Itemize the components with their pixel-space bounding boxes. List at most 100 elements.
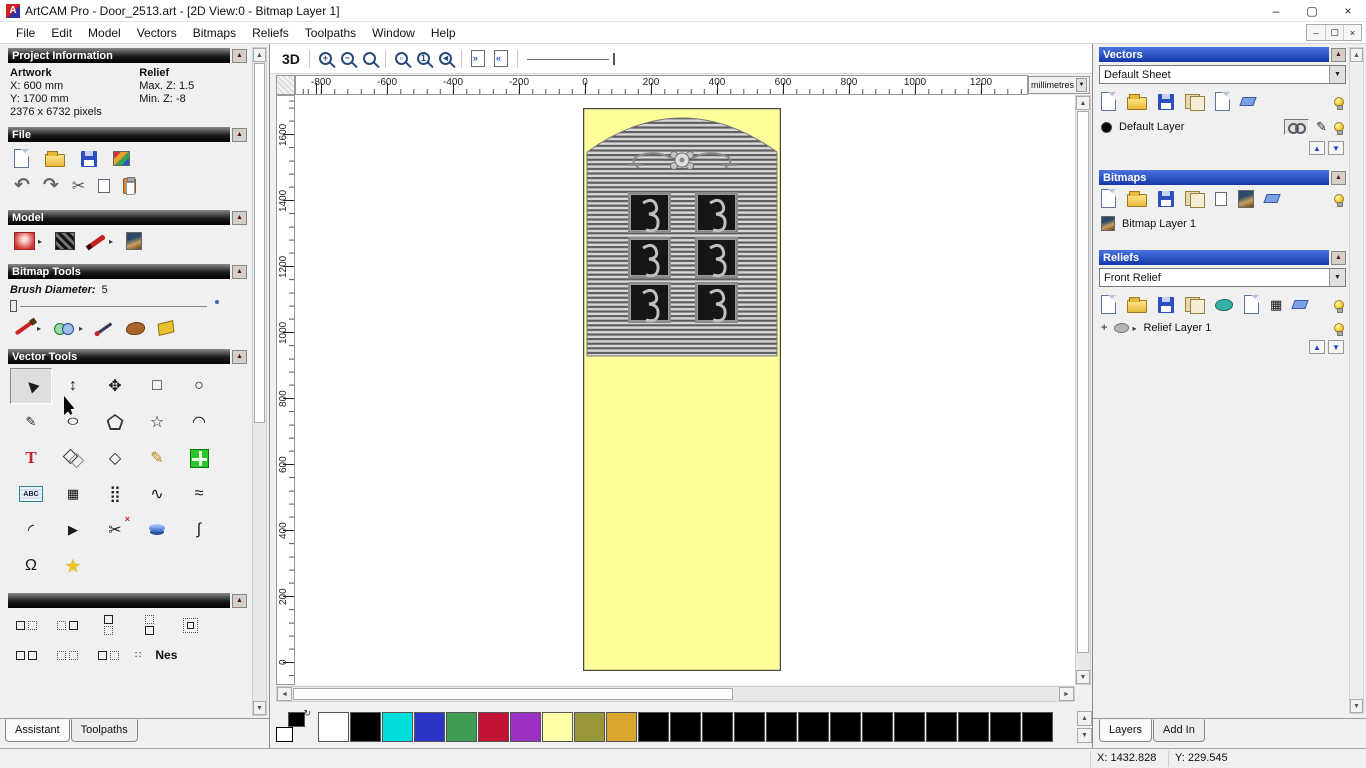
layer-visibility-icon[interactable] bbox=[1334, 122, 1344, 135]
flyout-arrow-icon[interactable]: ▸ bbox=[38, 237, 42, 246]
palette-swatch[interactable] bbox=[670, 712, 701, 742]
node-editing-tool[interactable]: ↕ bbox=[52, 368, 94, 404]
palette-icon[interactable] bbox=[126, 321, 146, 335]
scroll-left-button[interactable]: ◄ bbox=[277, 687, 292, 701]
canvas-vertical-scrollbar[interactable]: ▲ ▼ bbox=[1075, 95, 1091, 685]
zoom-object-icon[interactable] bbox=[362, 52, 376, 65]
flyout-arrow-icon[interactable]: ▸ bbox=[1132, 324, 1136, 333]
palette-swatch[interactable] bbox=[862, 712, 893, 742]
scroll-thumb[interactable] bbox=[254, 63, 265, 423]
mdi-close-button[interactable]: × bbox=[1343, 25, 1361, 40]
model-size-icon[interactable] bbox=[14, 232, 35, 250]
cut-icon[interactable]: ✂ bbox=[72, 176, 85, 196]
swap-colours-icon[interactable]: ↻ bbox=[303, 708, 311, 719]
sheet-select[interactable]: Default Sheet ▼ bbox=[1099, 65, 1346, 84]
palette-swatch[interactable] bbox=[958, 712, 989, 742]
spin-profile-tool[interactable] bbox=[136, 512, 178, 548]
flyout-arrow-icon[interactable]: ▸ bbox=[79, 324, 83, 333]
palette-swatch[interactable] bbox=[766, 712, 797, 742]
palette-swatch[interactable] bbox=[734, 712, 765, 742]
align-left-icon[interactable] bbox=[12, 614, 40, 636]
relief-page-icon[interactable] bbox=[1244, 295, 1259, 314]
create-polygon-tool[interactable] bbox=[94, 404, 136, 440]
door-artwork[interactable] bbox=[582, 107, 782, 672]
file-collapse-button[interactable]: ▲ bbox=[232, 127, 247, 142]
zoom-out-icon[interactable]: − bbox=[340, 52, 354, 65]
delete-relief-layer-icon[interactable] bbox=[1291, 300, 1309, 309]
vectors-collapse-button[interactable]: ▲ bbox=[1331, 47, 1346, 62]
add-relief-icon[interactable]: + bbox=[1101, 322, 1107, 334]
slice-vectors-icon[interactable] bbox=[94, 644, 122, 666]
new-relief-layer-icon[interactable] bbox=[1101, 295, 1116, 314]
flood-fill-icon[interactable] bbox=[157, 320, 175, 336]
measure-tool[interactable] bbox=[52, 440, 94, 476]
palette-swatch[interactable] bbox=[350, 712, 381, 742]
palette-swatch[interactable] bbox=[638, 712, 669, 742]
new-bitmap-layer-icon[interactable] bbox=[1101, 189, 1116, 208]
paint-brush-icon[interactable] bbox=[14, 320, 34, 336]
merge-layers-icon[interactable] bbox=[1185, 94, 1205, 111]
palette-swatch[interactable] bbox=[382, 712, 413, 742]
model-collapse-button[interactable]: ▲ bbox=[232, 210, 247, 225]
palette-swatch[interactable] bbox=[318, 712, 349, 742]
redo-icon[interactable]: ↷ bbox=[43, 176, 59, 195]
mirror-vectors-tool[interactable]: Ω bbox=[10, 548, 52, 584]
menu-item[interactable]: Window bbox=[364, 23, 423, 43]
model-image-icon[interactable] bbox=[126, 232, 143, 250]
palette-swatch[interactable] bbox=[606, 712, 637, 742]
menu-item[interactable]: Toolpaths bbox=[297, 23, 364, 43]
mdi-minimize-button[interactable]: – bbox=[1307, 25, 1325, 40]
scroll-thumb[interactable] bbox=[293, 688, 733, 700]
move-layer-up-button[interactable]: ▲ bbox=[1309, 141, 1325, 155]
primary-secondary-colour-selector[interactable]: ↻ bbox=[276, 708, 311, 742]
move-layer-down-button[interactable]: ▼ bbox=[1328, 141, 1344, 155]
snapshot-out-icon[interactable]: « bbox=[493, 50, 508, 67]
select-vectors-tool[interactable]: ▶ bbox=[10, 368, 52, 404]
paste-along-curve-tool[interactable] bbox=[178, 440, 220, 476]
align-top-icon[interactable] bbox=[94, 614, 122, 636]
move-layer-down-button[interactable]: ▼ bbox=[1328, 340, 1344, 354]
trim-vectors-tool[interactable]: ✂ × bbox=[94, 512, 136, 548]
zoom-previous-icon[interactable]: ◄ bbox=[438, 52, 452, 65]
align-center-icon[interactable] bbox=[176, 614, 204, 636]
bitmap-tools-collapse-button[interactable]: ▲ bbox=[232, 264, 247, 279]
save-model-icon[interactable] bbox=[81, 150, 97, 167]
palette-scrollbar[interactable]: ▲ ▼ bbox=[1077, 711, 1092, 743]
menu-item[interactable]: Help bbox=[423, 23, 464, 43]
fit-curve-tool[interactable]: ∿ bbox=[136, 476, 178, 512]
tab-toolpaths[interactable]: Toolpaths bbox=[70, 719, 138, 742]
save-bitmap-layer-icon[interactable] bbox=[1158, 190, 1174, 207]
scroll-down-button[interactable]: ▼ bbox=[1350, 699, 1363, 713]
menu-item[interactable]: Model bbox=[80, 23, 129, 43]
slider-handle[interactable] bbox=[10, 300, 17, 312]
layers-panel-scrollbar[interactable]: ▲ ▼ bbox=[1349, 47, 1364, 714]
tab-layers[interactable]: Layers bbox=[1099, 719, 1153, 742]
open-relief-layer-icon[interactable] bbox=[1127, 297, 1147, 313]
edit-layer-icon[interactable]: ✎ bbox=[1316, 119, 1327, 135]
new-model-icon[interactable] bbox=[14, 149, 29, 168]
palette-swatch[interactable] bbox=[926, 712, 957, 742]
blend-curves-tool[interactable]: ≈ bbox=[178, 476, 220, 512]
bitmap-layer-row[interactable]: Bitmap Layer 1 bbox=[1099, 213, 1346, 235]
mdi-restore-button[interactable]: ▢ bbox=[1325, 25, 1343, 40]
model-lights-icon[interactable] bbox=[55, 232, 76, 250]
paste-icon[interactable] bbox=[123, 177, 137, 195]
colour-picker-icon[interactable] bbox=[96, 321, 113, 335]
brush-diameter-slider[interactable] bbox=[8, 299, 241, 313]
flyout-arrow-icon[interactable]: ▸ bbox=[37, 324, 41, 333]
scroll-up-button[interactable]: ▲ bbox=[1350, 48, 1363, 62]
reliefs-collapse-button[interactable]: ▲ bbox=[1331, 250, 1346, 265]
create-arc-tool[interactable]: ◠ bbox=[178, 404, 220, 440]
create-rectangle-tool[interactable]: □ bbox=[136, 368, 178, 404]
text-block-tool[interactable]: ABC bbox=[10, 476, 52, 512]
drawing-canvas[interactable] bbox=[295, 95, 1075, 685]
units-dropdown-icon[interactable]: ▼ bbox=[1076, 78, 1087, 92]
close-button[interactable]: × bbox=[1330, 0, 1366, 21]
save-relief-layer-icon[interactable] bbox=[1158, 296, 1174, 313]
position-collapse-button[interactable]: ▲ bbox=[232, 593, 247, 608]
create-text-tool[interactable]: T bbox=[10, 440, 52, 476]
import-icon[interactable] bbox=[113, 151, 130, 166]
scroll-thumb[interactable] bbox=[1077, 111, 1089, 653]
menu-item[interactable]: Vectors bbox=[129, 23, 185, 43]
scroll-up-button[interactable]: ▲ bbox=[1076, 96, 1090, 110]
